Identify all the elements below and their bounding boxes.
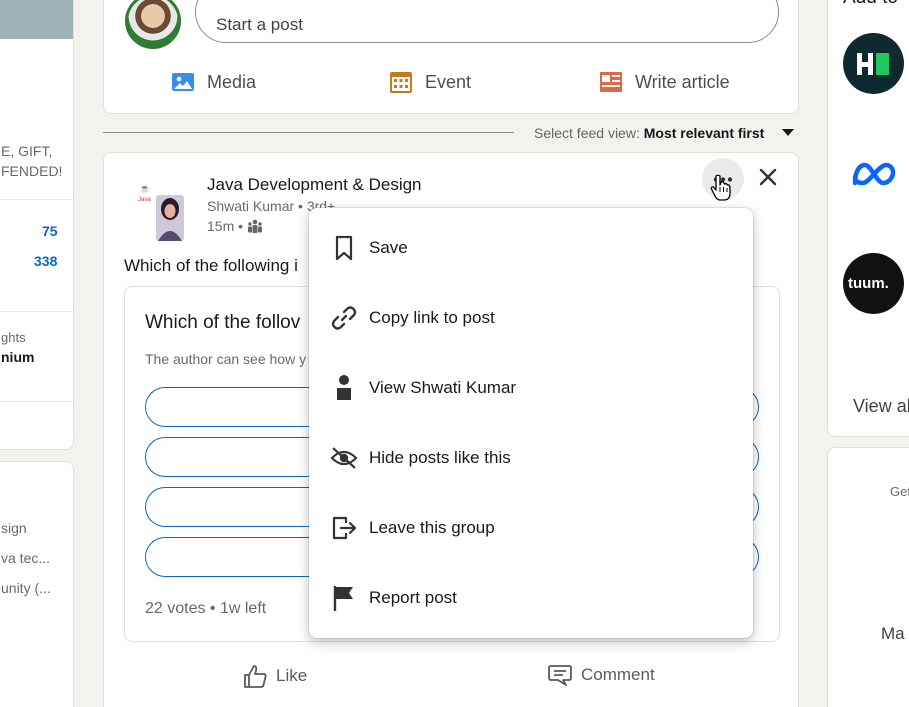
company-logo[interactable] [843, 143, 904, 204]
pointer-cursor-icon [710, 174, 731, 201]
feed-sort-label: Select feed view: Most relevant first [534, 125, 764, 141]
promo-name: Ma [881, 624, 905, 643]
promo-card: Get Ma [827, 447, 909, 707]
image-icon [172, 73, 194, 91]
comment-button[interactable]: Comment [547, 663, 655, 687]
comment-label: Comment [581, 665, 655, 684]
post-options-menu: Save Copy link to post View Shwati Kumar… [309, 208, 753, 638]
profile-headline-line2: FENDED! [1, 163, 63, 179]
dismiss-post-button[interactable] [756, 165, 780, 189]
post-time: 15m • [207, 218, 263, 234]
eye-slash-icon [330, 444, 358, 472]
feed-sort-prefix: Select feed view: [534, 125, 640, 141]
write-article-label: Write article [635, 71, 730, 92]
divider [0, 401, 73, 402]
menu-item-leave-group[interactable]: Leave this group [309, 493, 753, 563]
profile-banner [0, 0, 73, 39]
h-logo-icon [857, 53, 889, 75]
menu-item-label: Save [369, 238, 408, 257]
divider [0, 311, 73, 312]
group-visibility-icon [248, 219, 263, 233]
left-groups-card: sign va tec... unity (... [0, 461, 74, 707]
menu-item-label: Leave this group [369, 518, 495, 537]
post-impressions-count[interactable]: 338 [34, 253, 57, 269]
article-icon [600, 72, 622, 92]
menu-item-label: Hide posts like this [369, 448, 511, 467]
divider [0, 199, 73, 200]
person-icon [330, 374, 358, 402]
premium-insights-text: ghts [1, 330, 26, 345]
post-time-label: 15m • [207, 218, 244, 234]
profile-viewers-count[interactable]: 75 [42, 223, 58, 239]
premium-link[interactable]: nium [1, 349, 34, 365]
menu-item-label: Report post [369, 588, 457, 607]
left-profile-card: E, GIFT, FENDED! 75 338 ghts nium [0, 0, 74, 450]
add-to-feed-title: Add to [843, 0, 898, 9]
menu-item-label: View Shwati Kumar [369, 378, 517, 397]
tuum-logo-icon: tuum. [848, 275, 889, 292]
write-article-button[interactable]: Write article [599, 67, 730, 97]
avatar[interactable] [125, 0, 181, 49]
like-label: Like [276, 666, 308, 685]
feed-sort-value[interactable]: Most relevant first [644, 125, 765, 141]
leave-icon [330, 514, 358, 542]
media-button[interactable]: Media [171, 67, 256, 97]
post-text: Which of the following i [124, 256, 298, 275]
menu-item-save[interactable]: Save [309, 213, 753, 283]
event-label: Event [425, 71, 472, 92]
menu-item-hide-posts[interactable]: Hide posts like this [309, 423, 753, 493]
group-link[interactable]: sign [1, 520, 27, 536]
flag-icon [330, 584, 358, 612]
share-box: Start a post Media Event Write article [103, 0, 799, 114]
group-name-link[interactable]: Java Development & Design [207, 175, 422, 195]
menu-item-view-profile[interactable]: View Shwati Kumar [309, 353, 753, 423]
menu-item-copy-link[interactable]: Copy link to post [309, 283, 753, 353]
profile-headline-line1: E, GIFT, [1, 143, 53, 159]
add-to-feed-card: Add to tuum. View al [827, 0, 909, 437]
group-link[interactable]: unity (... [1, 580, 51, 596]
menu-item-report-post[interactable]: Report post [309, 563, 753, 633]
media-label: Media [207, 71, 257, 92]
poll-note: The author can see how y [145, 351, 307, 367]
svg-text:☕: ☕ [140, 183, 150, 193]
start-post-input[interactable]: Start a post [195, 0, 779, 43]
divider [103, 132, 514, 133]
group-logo[interactable]: ☕ Java [138, 181, 188, 243]
poll-votes[interactable]: 22 votes • 1w left [145, 600, 266, 618]
view-all-recommendations-link[interactable]: View al [853, 396, 909, 417]
like-button[interactable]: Like [242, 663, 307, 689]
event-button[interactable]: Event [389, 67, 471, 97]
bookmark-icon [330, 234, 358, 262]
close-icon [759, 168, 777, 186]
thumbs-up-icon [244, 665, 267, 688]
poll-question: Which of the follov [145, 312, 301, 333]
comment-icon [548, 665, 572, 686]
promo-text: Get [890, 484, 909, 499]
group-link[interactable]: va tec... [1, 550, 50, 566]
link-icon [330, 304, 358, 332]
meta-logo-icon [852, 162, 896, 186]
company-logo[interactable] [843, 33, 904, 94]
menu-item-label: Copy link to post [369, 308, 495, 327]
svg-text:Java: Java [138, 197, 151, 203]
feed-sort-bar[interactable]: Select feed view: Most relevant first [103, 122, 799, 146]
company-logo[interactable]: tuum. [843, 253, 904, 314]
caret-down-icon[interactable] [782, 129, 794, 137]
calendar-icon [390, 72, 412, 93]
svg-text:tuum.: tuum. [848, 275, 889, 292]
